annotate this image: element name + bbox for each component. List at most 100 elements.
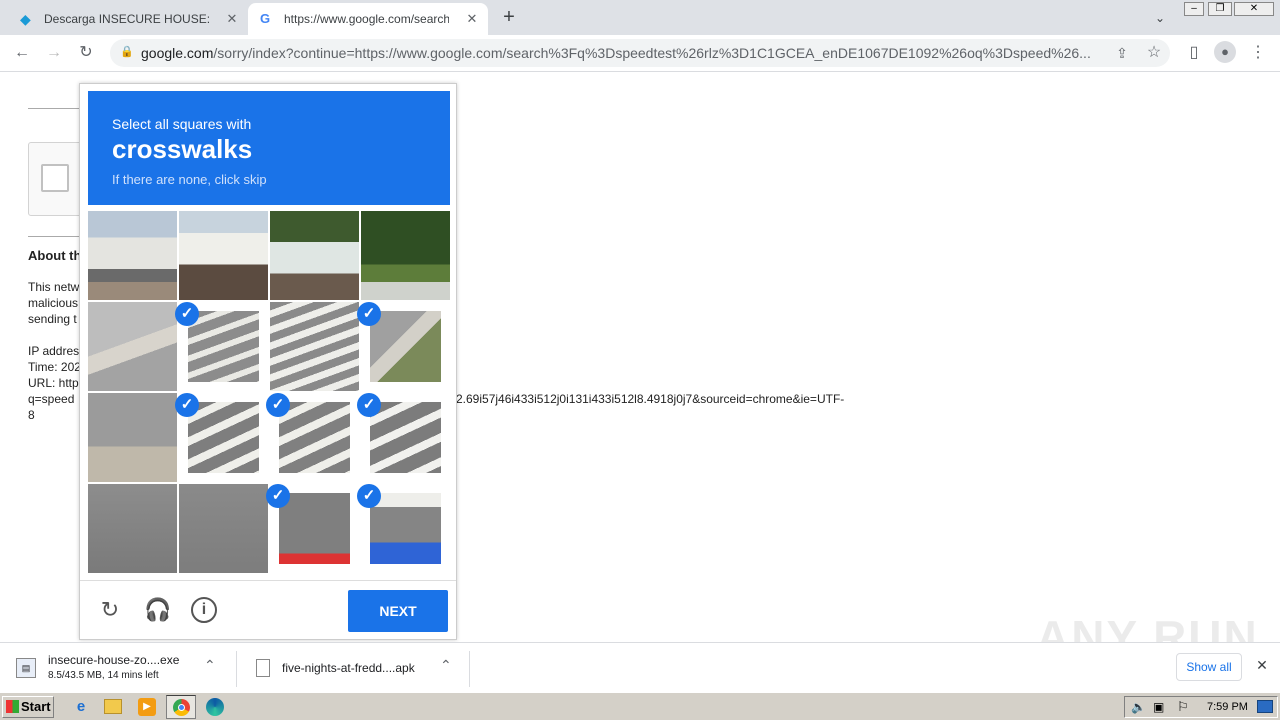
volume-icon[interactable]: 🔈 (1131, 700, 1146, 714)
para-line: malicious (28, 296, 79, 310)
url-host: google.com (141, 45, 214, 61)
tile-image (270, 211, 359, 300)
tab-search-icon[interactable]: ⌄ (1150, 8, 1170, 28)
side-panel-icon[interactable]: ▯ (1182, 41, 1206, 65)
browser-toolbar: ← → ↻ 🔒 google.com/sorry/index?continue=… (0, 35, 1280, 72)
close-tab-icon[interactable]: ✕ (464, 11, 480, 27)
tile-image (370, 402, 441, 473)
target-text: crosswalks (112, 134, 253, 164)
captcha-tile-9[interactable] (88, 393, 177, 482)
url-label: URL: http (28, 376, 79, 390)
network-icon[interactable]: ▣ (1153, 700, 1164, 714)
clock: 7:59 PM (1207, 701, 1248, 713)
captcha-tile-7[interactable] (270, 302, 359, 391)
minimize-icon[interactable]: – (1184, 2, 1204, 16)
media-player-icon[interactable]: ▶ (138, 698, 156, 716)
para-line: sending t (28, 312, 77, 326)
apk-file-icon (256, 659, 270, 677)
menu-icon[interactable]: ⋮ (1246, 41, 1270, 65)
url-path: /sorry/index?continue=https://www.google… (213, 45, 1091, 61)
tab-google[interactable]: G https://www.google.com/search?q= ✕ (248, 3, 488, 35)
checkmark-icon: ✓ (266, 393, 290, 417)
tile-image (279, 493, 350, 564)
restore-icon[interactable]: ❐ (1208, 2, 1232, 16)
new-tab-icon[interactable]: + (498, 6, 520, 28)
tile-image (88, 484, 177, 573)
share-icon[interactable]: ⇪ (1110, 41, 1134, 65)
time-label: Time: 202 (28, 360, 81, 374)
forward-icon[interactable]: → (42, 41, 66, 65)
checkmark-icon: ✓ (357, 302, 381, 326)
flag-icon[interactable]: ⚐ (1177, 699, 1189, 715)
exe-file-icon: ▤ (16, 658, 36, 678)
checkmark-icon: ✓ (175, 393, 199, 417)
challenge-header: Select all squares with crosswalks If th… (88, 91, 450, 205)
start-button[interactable]: Start (2, 696, 54, 718)
tile-image (88, 211, 177, 300)
url-line: q=speed (28, 392, 75, 406)
url-line: 8 (28, 408, 35, 422)
recaptcha-checkbox[interactable] (41, 164, 69, 192)
close-window-icon[interactable]: ✕ (1234, 2, 1274, 16)
captcha-tile-2[interactable] (179, 211, 268, 300)
start-label: Start (21, 699, 51, 714)
tile-image (361, 211, 450, 300)
reload-icon[interactable]: ↻ (95, 595, 125, 625)
lock-icon: 🔒 (120, 46, 134, 58)
checkmark-icon: ✓ (175, 302, 199, 326)
tab-title: Descarga INSECURE HOUSE: ZOMBIE (44, 12, 209, 26)
google-icon: G (260, 11, 271, 26)
edge-icon[interactable] (206, 698, 224, 716)
tile-image (279, 402, 350, 473)
divider (236, 651, 237, 687)
divider (469, 651, 470, 687)
tile-image (188, 402, 259, 473)
captcha-tile-13[interactable] (88, 484, 177, 573)
checkmark-icon: ✓ (357, 484, 381, 508)
close-tab-icon[interactable]: ✕ (224, 11, 240, 27)
info-icon[interactable]: i (191, 597, 217, 623)
tab-descarga[interactable]: ◆ Descarga INSECURE HOUSE: ZOMBIE ✕ (8, 3, 248, 35)
url-line-continued: 2.69i57j46i433i512j0i131i433i512l8.4918j… (456, 392, 845, 406)
ip-label: IP addres (28, 344, 80, 358)
captcha-tile-1[interactable] (88, 211, 177, 300)
instruction-text: Select all squares with (112, 116, 252, 132)
captcha-tile-5[interactable] (88, 302, 177, 391)
close-downloads-icon[interactable]: ✕ (1254, 657, 1270, 673)
anyrun-watermark: ANY RUN (1036, 611, 1259, 642)
chevron-up-icon[interactable]: ⌃ (204, 657, 216, 674)
download-item[interactable]: ▤ insecure-house-zo....exe 8.5/43.5 MB, … (12, 649, 234, 687)
download-item[interactable]: five-nights-at-fredd....apk ⌃ (250, 649, 468, 687)
chrome-icon[interactable] (166, 695, 196, 719)
checkmark-icon: ✓ (357, 393, 381, 417)
tile-image (188, 311, 259, 382)
about-heading: About th (28, 248, 82, 263)
address-bar[interactable]: 🔒 google.com/sorry/index?continue=https:… (110, 39, 1170, 67)
next-button[interactable]: NEXT (348, 590, 448, 632)
ie-icon[interactable]: e (72, 698, 90, 716)
captcha-tile-4[interactable] (361, 211, 450, 300)
show-all-button[interactable]: Show all (1176, 653, 1242, 681)
captcha-tile-14[interactable] (179, 484, 268, 573)
profile-icon[interactable]: ● (1214, 41, 1236, 63)
challenge-footer: ↻ 🎧 i NEXT (80, 580, 456, 639)
reload-page-icon[interactable]: ↻ (74, 41, 98, 65)
back-icon[interactable]: ← (10, 41, 34, 65)
headphones-icon[interactable]: 🎧 (143, 595, 173, 625)
system-tray: 🔈 ▣ ⚐ 7:59 PM (1124, 696, 1278, 718)
recaptcha-challenge: Select all squares with crosswalks If th… (79, 83, 457, 640)
tile-image (88, 302, 177, 391)
downloads-bar: ▤ insecure-house-zo....exe 8.5/43.5 MB, … (0, 642, 1280, 692)
download-site-icon: ◆ (20, 11, 31, 27)
windows-logo-icon (6, 700, 19, 713)
tile-image (179, 211, 268, 300)
bookmark-star-icon[interactable]: ☆ (1142, 41, 1166, 65)
tile-image (370, 493, 441, 564)
folder-icon[interactable] (104, 699, 122, 714)
tile-image (370, 311, 441, 382)
download-status: 8.5/43.5 MB, 14 mins left (48, 670, 159, 681)
download-filename: insecure-house-zo....exe (48, 653, 180, 667)
captcha-tile-3[interactable] (270, 211, 359, 300)
chevron-up-icon[interactable]: ⌃ (440, 657, 452, 674)
show-desktop-icon[interactable] (1257, 700, 1273, 713)
